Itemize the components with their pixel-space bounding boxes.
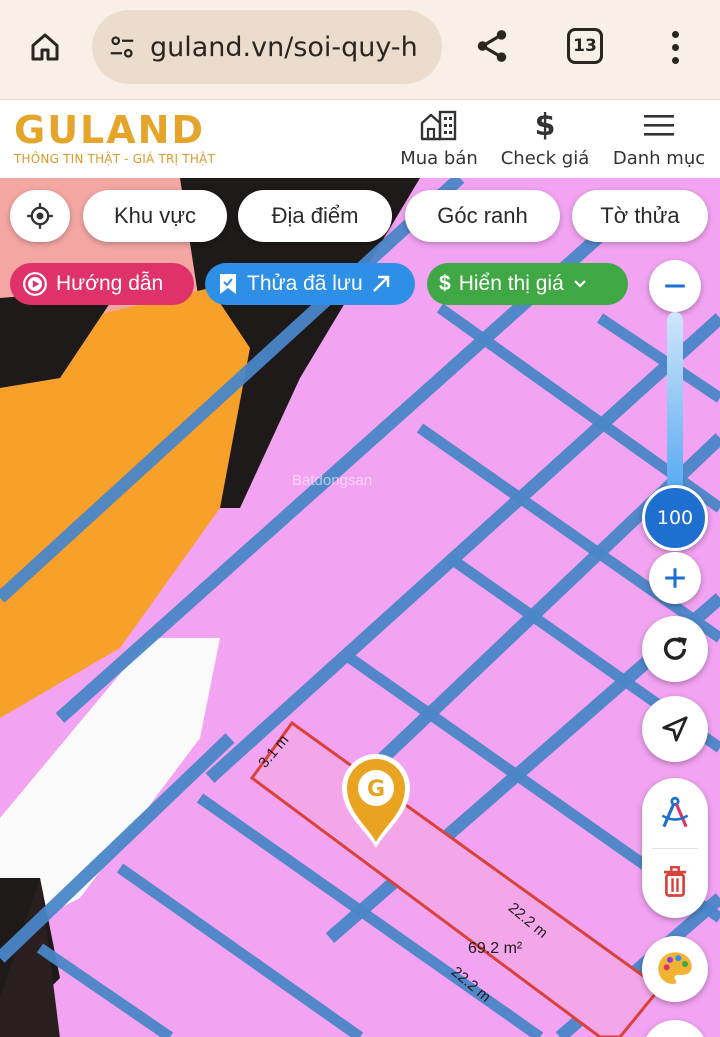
minus-icon [665, 284, 685, 288]
dollar-icon: $ [534, 107, 556, 143]
locate-button[interactable] [10, 190, 70, 242]
brand-name: GULAND [14, 108, 206, 152]
zoom-level-handle[interactable]: 100 [642, 485, 708, 551]
site-header: GULAND THÔNG TIN THẬT - GIÁ TRỊ THẬT Mua… [0, 100, 720, 178]
saved-parcels-label: Thửa đã lưu [247, 272, 363, 295]
guide-button[interactable]: Hướng dẫn [10, 263, 194, 305]
zoom-in-button[interactable] [649, 552, 701, 604]
navigate-button[interactable] [642, 696, 708, 762]
filter-area-chip[interactable]: Khu vực [83, 190, 227, 242]
brand-tagline: THÔNG TIN THẬT - GIÁ TRỊ THẬT [14, 152, 215, 166]
nav-menu-label: Danh mục [612, 148, 706, 169]
measure-compass-icon[interactable] [642, 786, 708, 842]
hamburger-icon [612, 108, 706, 142]
chevron-down-icon [573, 280, 586, 288]
trash-icon[interactable] [642, 854, 708, 910]
panel-divider [652, 848, 698, 849]
show-price-dropdown[interactable]: $ Hiển thị giá [427, 263, 628, 305]
tab-switcher-button[interactable]: 13 [567, 28, 603, 64]
nav-buy-sell[interactable]: Mua bán [398, 108, 480, 169]
play-circle-icon [23, 272, 47, 296]
filter-location-chip[interactable]: Địa điểm [238, 190, 392, 242]
url-text[interactable]: guland.vn/soi-quy-h [150, 32, 418, 63]
refresh-button[interactable] [642, 616, 708, 682]
zoom-slider-track[interactable] [667, 312, 683, 512]
navigation-arrow-icon [662, 716, 688, 742]
location-pin-icon[interactable]: G [338, 750, 414, 850]
planning-map[interactable]: Batdongsan Khu vực Địa điểm Góc ranh Tờ … [0, 178, 720, 1037]
external-arrow-icon [372, 275, 389, 292]
address-bar[interactable]: guland.vn/soi-quy-h [92, 10, 442, 84]
svg-text:G: G [367, 777, 385, 802]
drawing-tools-panel [642, 778, 708, 918]
more-options-icon[interactable] [660, 24, 690, 70]
browser-toolbar: guland.vn/soi-quy-h 13 [0, 0, 720, 100]
map-watermark: Batdongsan [292, 472, 373, 489]
nav-check-price-label: Check giá [500, 148, 590, 169]
zoom-out-button[interactable] [649, 260, 701, 312]
saved-parcels-button[interactable]: Thửa đã lưu [205, 263, 415, 305]
nav-buy-sell-label: Mua bán [400, 148, 478, 169]
plus-icon [665, 568, 685, 588]
home-icon[interactable] [22, 24, 68, 70]
share-icon[interactable] [470, 24, 514, 68]
palette-icon [658, 952, 692, 984]
building-icon [398, 108, 480, 142]
parcel-area-label: 69.2 m² [468, 940, 523, 957]
crosshair-icon [27, 203, 53, 229]
nav-check-price[interactable]: $ Check giá [498, 107, 592, 170]
filter-corner-chip[interactable]: Góc ranh [405, 190, 560, 242]
nav-menu[interactable]: Danh mục [612, 108, 706, 169]
site-settings-icon[interactable] [106, 31, 138, 63]
guland-logo[interactable]: GULAND THÔNG TIN THẬT - GIÁ TRỊ THẬT [14, 110, 215, 166]
bookmark-icon [220, 274, 236, 294]
dollar-icon: $ [439, 272, 451, 295]
palette-button[interactable] [642, 936, 708, 1002]
guide-label: Hướng dẫn [56, 272, 164, 295]
refresh-icon [663, 637, 687, 660]
show-price-label: Hiển thị giá [458, 272, 564, 295]
map-canvas[interactable] [0, 178, 720, 1037]
filter-parcel-chip[interactable]: Tờ thửa [572, 190, 708, 242]
